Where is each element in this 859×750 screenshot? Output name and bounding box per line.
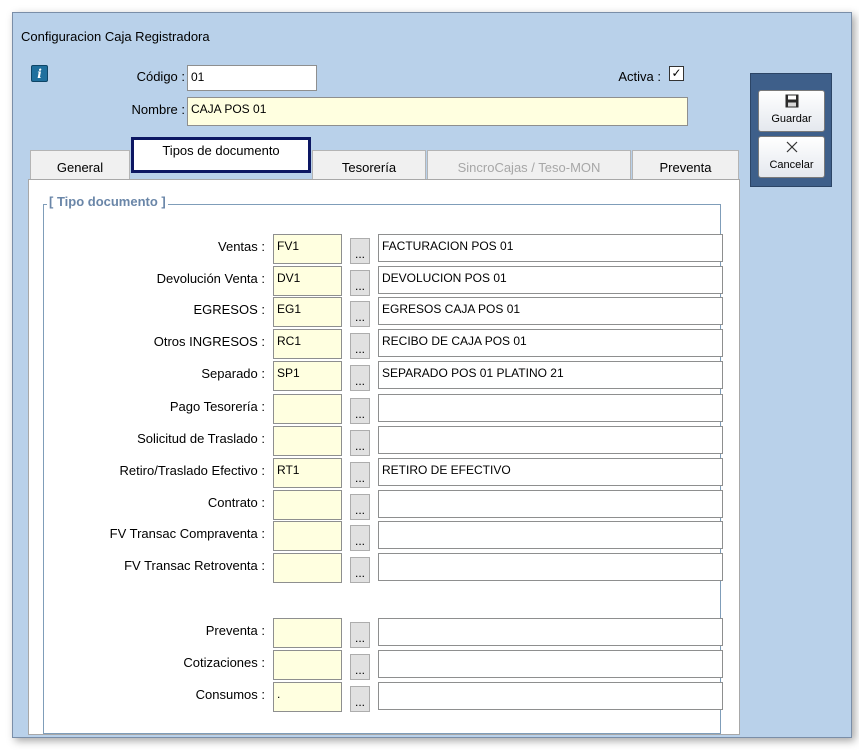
row-code-field[interactable] bbox=[273, 426, 342, 456]
guardar-button[interactable]: Guardar bbox=[758, 90, 825, 132]
guardar-label: Guardar bbox=[771, 113, 812, 125]
row-label: Contrato : bbox=[207, 495, 265, 510]
window-configuracion-caja: Configuracion Caja Registradora i Código… bbox=[12, 12, 852, 738]
tab-general[interactable]: General bbox=[30, 150, 130, 180]
row-label: Separado : bbox=[201, 366, 265, 381]
close-x-icon bbox=[759, 137, 824, 159]
row-code-field[interactable]: RT1 bbox=[273, 458, 342, 488]
row-label: Solicitud de Traslado : bbox=[137, 431, 265, 446]
row-lookup-button[interactable]: ... bbox=[350, 654, 370, 680]
cancelar-label: Cancelar bbox=[769, 159, 814, 171]
row-code-field[interactable]: DV1 bbox=[273, 266, 342, 296]
row-code-field[interactable] bbox=[273, 394, 342, 424]
row-label: FV Transac Compraventa : bbox=[109, 526, 265, 541]
tab-panel-tipos-documento: [ Tipo documento ] Ventas : FV1... FACTURA… bbox=[28, 179, 740, 735]
codigo-field[interactable]: 01 bbox=[187, 65, 317, 91]
row-label: Otros INGRESOS : bbox=[153, 334, 265, 349]
row-label: Ventas : bbox=[218, 239, 265, 254]
row-code-field[interactable]: . bbox=[273, 682, 342, 712]
row-code-field[interactable] bbox=[273, 553, 342, 583]
row-code-field[interactable] bbox=[273, 521, 342, 551]
cancelar-button[interactable]: Cancelar bbox=[758, 136, 825, 178]
row-code-field[interactable]: SP1 bbox=[273, 361, 342, 391]
row-description-field[interactable] bbox=[378, 490, 723, 518]
row-label: Consumos : bbox=[195, 687, 265, 702]
window-content: i Código : 01 Activa : ✓ Nombre : CAJA P… bbox=[13, 55, 851, 739]
nombre-label: Nombre : bbox=[131, 102, 185, 117]
row-lookup-button[interactable]: ... bbox=[350, 238, 370, 264]
tab-preventa[interactable]: Preventa bbox=[632, 150, 739, 180]
row-description-field[interactable]: DEVOLUCION POS 01 bbox=[378, 266, 723, 294]
tab-tesoreria[interactable]: Tesorería bbox=[312, 150, 426, 180]
row-description-field[interactable] bbox=[378, 394, 723, 422]
row-code-field[interactable] bbox=[273, 618, 342, 648]
row-description-field[interactable] bbox=[378, 682, 723, 710]
row-description-field[interactable]: SEPARADO POS 01 PLATINO 21 bbox=[378, 361, 723, 389]
row-label: FV Transac Retroventa : bbox=[124, 558, 265, 573]
floppy-disk-icon bbox=[759, 91, 824, 113]
tab-sincrocajas: SincroCajas / Teso-MON bbox=[427, 150, 631, 180]
row-lookup-button[interactable]: ... bbox=[350, 686, 370, 712]
row-description-field[interactable]: FACTURACION POS 01 bbox=[378, 234, 723, 262]
activa-checkbox[interactable]: ✓ bbox=[669, 66, 684, 81]
row-code-field[interactable]: FV1 bbox=[273, 234, 342, 264]
action-panel: Guardar Cancelar bbox=[750, 73, 832, 187]
row-lookup-button[interactable]: ... bbox=[350, 333, 370, 359]
row-code-field[interactable] bbox=[273, 490, 342, 520]
row-code-field[interactable]: RC1 bbox=[273, 329, 342, 359]
row-label: Retiro/Traslado Efectivo : bbox=[119, 463, 265, 478]
row-code-field[interactable]: EG1 bbox=[273, 297, 342, 327]
row-description-field[interactable]: RETIRO DE EFECTIVO bbox=[378, 458, 723, 486]
row-lookup-button[interactable]: ... bbox=[350, 494, 370, 520]
row-label: EGRESOS : bbox=[193, 302, 265, 317]
row-lookup-button[interactable]: ... bbox=[350, 398, 370, 424]
nombre-field[interactable]: CAJA POS 01 bbox=[187, 97, 688, 126]
row-label: Devolución Venta : bbox=[156, 271, 265, 286]
row-lookup-button[interactable]: ... bbox=[350, 622, 370, 648]
info-icon[interactable]: i bbox=[31, 65, 48, 82]
row-code-field[interactable] bbox=[273, 650, 342, 680]
row-lookup-button[interactable]: ... bbox=[350, 525, 370, 551]
row-description-field[interactable]: RECIBO DE CAJA POS 01 bbox=[378, 329, 723, 357]
activa-label: Activa : bbox=[618, 69, 661, 84]
group-title: [ Tipo documento ] bbox=[47, 194, 168, 209]
window-title: Configuracion Caja Registradora bbox=[21, 29, 210, 44]
row-lookup-button[interactable]: ... bbox=[350, 365, 370, 391]
codigo-label: Código : bbox=[136, 69, 185, 84]
row-description-field[interactable] bbox=[378, 426, 723, 454]
row-lookup-button[interactable]: ... bbox=[350, 301, 370, 327]
row-description-field[interactable] bbox=[378, 650, 723, 678]
row-lookup-button[interactable]: ... bbox=[350, 462, 370, 488]
row-lookup-button[interactable]: ... bbox=[350, 557, 370, 583]
row-description-field[interactable] bbox=[378, 618, 723, 646]
row-label: Pago Tesorería : bbox=[169, 399, 265, 414]
row-lookup-button[interactable]: ... bbox=[350, 270, 370, 296]
row-description-field[interactable] bbox=[378, 553, 723, 581]
check-mark-icon: ✓ bbox=[671, 66, 682, 80]
row-description-field[interactable] bbox=[378, 521, 723, 549]
row-label: Cotizaciones : bbox=[183, 655, 265, 670]
row-description-field[interactable]: EGRESOS CAJA POS 01 bbox=[378, 297, 723, 325]
row-lookup-button[interactable]: ... bbox=[350, 430, 370, 456]
tab-tipos-de-documento[interactable]: Tipos de documento bbox=[131, 137, 311, 173]
row-label: Preventa : bbox=[205, 623, 265, 638]
